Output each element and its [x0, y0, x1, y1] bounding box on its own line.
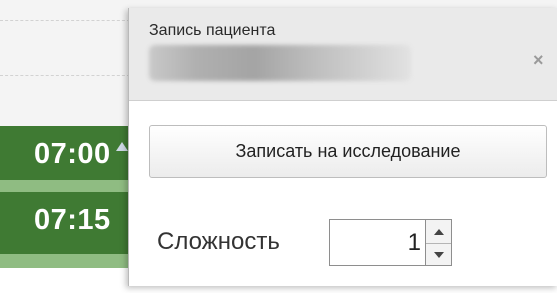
book-study-button[interactable]: Записать на исследование	[149, 125, 547, 178]
chevron-up-icon	[433, 228, 444, 235]
patient-name-redacted	[149, 45, 411, 81]
complexity-input[interactable]: 1	[329, 219, 426, 266]
time-slot-label: 07:15	[34, 204, 111, 236]
time-slot-strip	[0, 180, 128, 192]
time-slot-label: 07:00	[34, 138, 111, 170]
patient-booking-popup: Запись пациента × Записать на исследован…	[128, 8, 557, 286]
schedule-divider	[0, 20, 130, 21]
time-slot-strip	[0, 254, 128, 268]
close-icon[interactable]: ×	[533, 50, 544, 71]
complexity-label: Сложность	[157, 228, 280, 255]
chevron-down-icon	[433, 251, 444, 258]
stepper-down-button[interactable]	[426, 243, 451, 266]
time-slot[interactable]: 07:15	[0, 192, 128, 254]
popup-title: Запись пациента	[149, 22, 276, 39]
schedule-divider	[0, 75, 130, 76]
time-slot[interactable]: 07:00	[0, 126, 128, 180]
popup-pointer-icon	[116, 142, 128, 151]
popup-header: Запись пациента ×	[129, 8, 557, 101]
complexity-stepper	[426, 219, 452, 266]
stepper-up-button[interactable]	[426, 220, 451, 244]
